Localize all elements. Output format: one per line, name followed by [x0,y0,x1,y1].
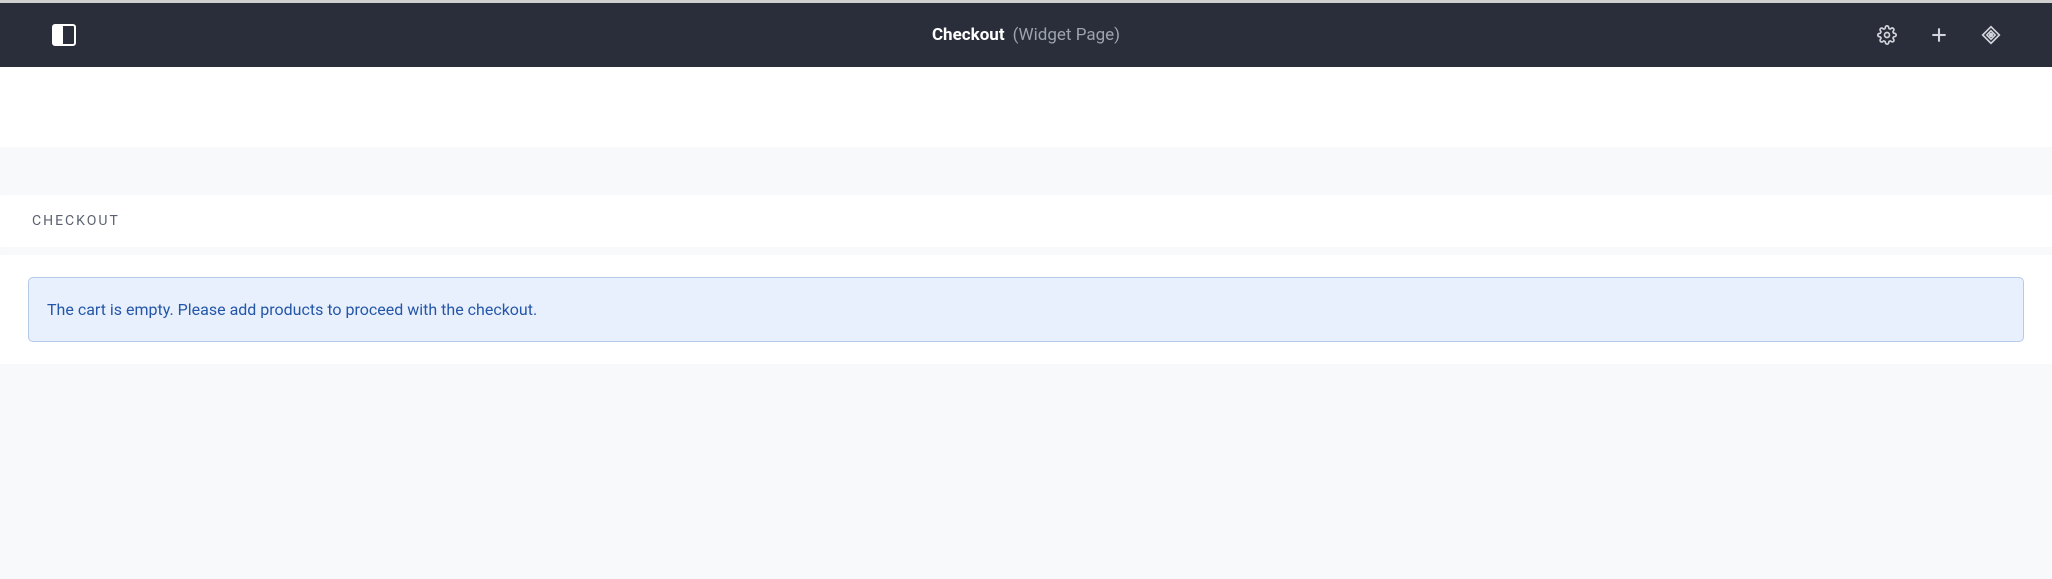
sidebar-panel-icon [52,24,76,46]
topbar: Checkout (Widget Page) [0,3,2052,67]
page-title: Checkout [932,25,1005,45]
target-button[interactable] [1980,24,2002,46]
empty-cart-message: The cart is empty. Please add products t… [47,300,537,319]
checkout-body-card: The cart is empty. Please add products t… [0,255,2052,364]
topbar-left [50,23,78,47]
header-spacer [0,67,2052,147]
content-wrapper: CHECKOUT The cart is empty. Please add p… [0,195,2052,364]
checkout-section-label: CHECKOUT [32,213,2020,229]
add-button[interactable] [1928,24,1950,46]
gear-icon [1877,25,1897,45]
checkout-header-card: CHECKOUT [0,195,2052,247]
crosshair-icon [1981,25,2001,45]
sidebar-toggle-button[interactable] [50,23,78,47]
topbar-right [1876,24,2002,46]
page-title-container: Checkout (Widget Page) [932,25,1120,45]
empty-cart-alert: The cart is empty. Please add products t… [28,277,2024,342]
plus-icon [1929,25,1949,45]
settings-button[interactable] [1876,24,1898,46]
page-subtitle: (Widget Page) [1013,25,1120,45]
